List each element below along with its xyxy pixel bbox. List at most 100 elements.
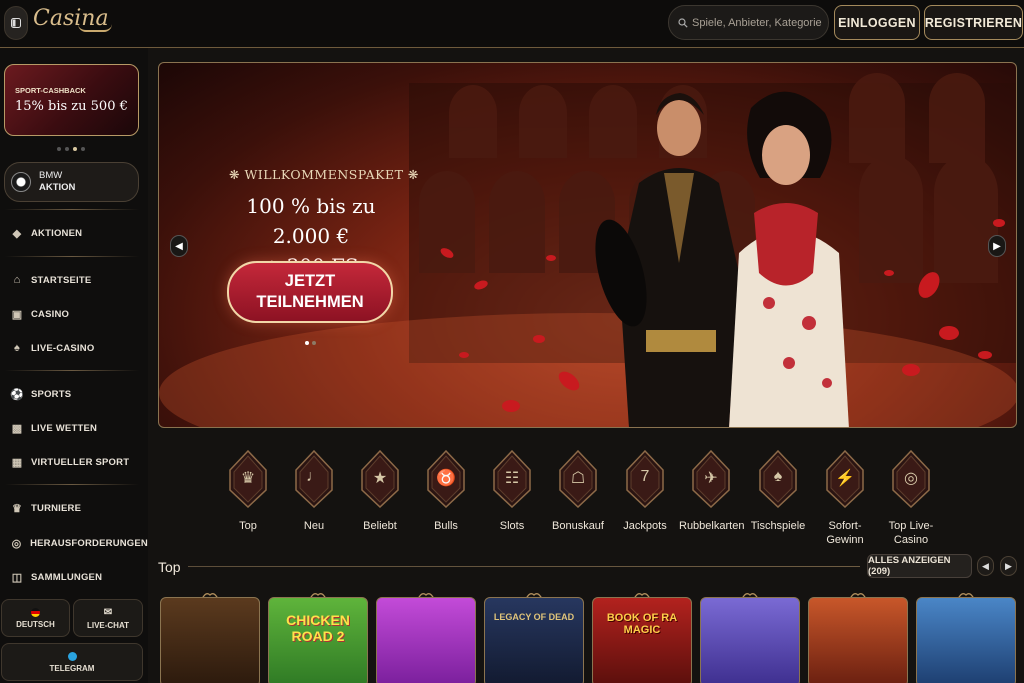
card-ornament [309, 587, 327, 600]
category-sofort-gewinn[interactable]: ⚡ Sofort-Gewinn [813, 449, 877, 547]
sidebar-item-label: SPORTS [31, 388, 72, 400]
game-card[interactable]: LEGACY OF DEAD [484, 597, 584, 683]
target-icon: ◎ [11, 537, 22, 550]
slot-icon: ▣ [11, 308, 23, 321]
category-neu[interactable]: ♩ Neu [282, 449, 346, 533]
register-button[interactable]: REGISTRIEREN [924, 5, 1023, 40]
category-bulls[interactable]: ♉ Bulls [414, 449, 478, 533]
carousel-dot[interactable] [81, 147, 85, 151]
sport-cashback-promo[interactable]: SPORT-CASHBACK 15% bis zu 500 € [4, 64, 139, 136]
category-bonuskauf[interactable]: ☖ Bonuskauf [546, 449, 610, 533]
game-title: LEGACY OF DEAD [493, 612, 575, 622]
sidebar-item-live-casino[interactable]: ♠ LIVE-CASINO [0, 334, 148, 362]
category-label: Bonuskauf [552, 520, 604, 532]
banner-label: ❋ WILLKOMMENSPAKET ❋ [229, 167, 419, 182]
chat-bubble-icon: ✉ [103, 606, 113, 618]
game-card[interactable] [160, 597, 260, 683]
sidebar-item-label: TURNIERE [31, 502, 82, 514]
sidebar-item-turniere[interactable]: ♛ TURNIERE [0, 494, 148, 522]
banner-prev-button[interactable]: ◀ [170, 235, 188, 257]
menu-toggle-button[interactable] [4, 6, 28, 40]
welcome-banner[interactable]: ❋ WILLKOMMENSPAKET ❋ 100 % bis zu 2.000 … [158, 62, 1017, 428]
section-divider [188, 566, 860, 567]
sidebar-divider [5, 370, 139, 371]
category-label: Top [239, 520, 257, 532]
carousel-dot-active[interactable] [73, 147, 77, 151]
carousel-dot[interactable] [312, 341, 316, 345]
category-badge: ♩ [293, 449, 335, 509]
card-ornament [741, 587, 759, 600]
banner-next-button[interactable]: ▶ [988, 235, 1006, 257]
language-button[interactable]: DEUTSCH [1, 599, 70, 637]
card-ornament [957, 587, 975, 600]
category-label: Bulls [434, 520, 458, 532]
chevron-left-icon: ◀ [175, 240, 183, 252]
gift-icon: ◆ [12, 227, 22, 240]
banner-label-text: WILLKOMMENSPAKET [244, 167, 404, 182]
sidebar-item-startseite[interactable]: ⌂ STARTSEITE [0, 266, 148, 294]
carousel-dot[interactable] [57, 147, 61, 151]
game-title: CHICKEN ROAD 2 [286, 612, 350, 644]
sidebar-item-label: AKTIONEN [31, 227, 83, 239]
sidebar-item-live-wetten[interactable]: ▩ LIVE WETTEN [0, 414, 148, 442]
sidebar-item-herausforderungen[interactable]: ◎ HERAUSFORDERUNGEN [0, 529, 148, 557]
sidebar-item-casino[interactable]: ▣ CASINO [0, 300, 148, 328]
search-box[interactable] [668, 5, 829, 40]
bmw-line1: BMW [39, 170, 63, 181]
category-top[interactable]: ♛ Top [216, 449, 280, 533]
virtual-sport-icon: ▦ [11, 456, 23, 469]
seven-icon: 7 [640, 468, 650, 485]
promo-carousel-dots [57, 147, 85, 151]
category-beliebt[interactable]: ★ Beliebt [348, 449, 412, 533]
games-prev-button[interactable]: ◀ [977, 556, 994, 576]
sidebar-item-sammlungen[interactable]: ◫ SAMMLUNGEN [0, 563, 148, 591]
sidebar-item-virtueller-sport[interactable]: ▦ VIRTUELLER SPORT [0, 448, 148, 476]
cards-icon: ♠ [13, 342, 21, 354]
sidebar-item-aktionen[interactable]: ◆ AKTIONEN [0, 219, 148, 247]
game-card[interactable] [916, 597, 1016, 683]
login-button[interactable]: EINLOGGEN [834, 5, 920, 40]
category-badge: ☖ [557, 449, 599, 509]
sidebar-item-label: LIVE WETTEN [31, 422, 98, 434]
cta-line1: JETZT [284, 272, 336, 290]
sidebar-divider [5, 209, 139, 210]
category-rubbelkarten[interactable]: ✈ Rubbelkarten [679, 449, 744, 533]
carousel-dot[interactable] [65, 147, 69, 151]
category-jackpots[interactable]: 7 Jackpots [613, 449, 677, 533]
sidebar-item-sports[interactable]: ⚽ SPORTS [0, 380, 148, 408]
category-top-live-casino[interactable]: ◎ Top Live-Casino [879, 449, 943, 547]
game-card[interactable] [808, 597, 908, 683]
category-slots[interactable]: ☷ Slots [480, 449, 544, 533]
game-card[interactable] [700, 597, 800, 683]
telegram-icon [67, 651, 77, 661]
home-icon: ⌂ [13, 274, 21, 286]
join-now-button[interactable]: JETZT TEILNEHMEN [227, 261, 393, 323]
category-badge: 7 [624, 449, 666, 509]
telegram-button[interactable]: TELEGRAM [1, 643, 143, 681]
game-card[interactable]: CHICKEN ROAD 2 [268, 597, 368, 683]
category-tischspiele[interactable]: ♠ Tischspiele [746, 449, 810, 533]
search-input[interactable] [692, 16, 822, 29]
bell-icon: ♩ [306, 468, 322, 485]
lightning-icon: ⚡ [835, 470, 855, 487]
slot-machine-icon: ☷ [504, 470, 520, 487]
chip-icon: ◎ [904, 470, 918, 487]
category-badge: ◎ [890, 449, 932, 509]
sidebar-toggle-icon [11, 18, 21, 28]
card-ornament [417, 587, 435, 600]
header: Casina EINLOGGEN REGISTRIEREN [0, 0, 1024, 48]
category-label: Beliebt [363, 520, 397, 532]
game-card[interactable]: BOOK OF RA MAGIC [592, 597, 692, 683]
live-icon: ▩ [11, 422, 23, 435]
games-next-button[interactable]: ▶ [1000, 556, 1017, 576]
bmw-promotion-button[interactable]: BMW AKTION [4, 162, 139, 202]
carousel-dot-active[interactable] [305, 341, 309, 345]
game-card[interactable] [376, 597, 476, 683]
category-badge: ♛ [227, 449, 269, 509]
category-badge: ✈ [690, 449, 732, 509]
category-label: Tischspiele [750, 520, 806, 532]
live-chat-button[interactable]: ✉ LIVE-CHAT [73, 599, 143, 637]
sidebar-item-label: CASINO [31, 308, 70, 320]
bmw-logo-icon [11, 172, 31, 192]
show-all-button[interactable]: ALLES ANZEIGEN (209) [867, 554, 972, 578]
